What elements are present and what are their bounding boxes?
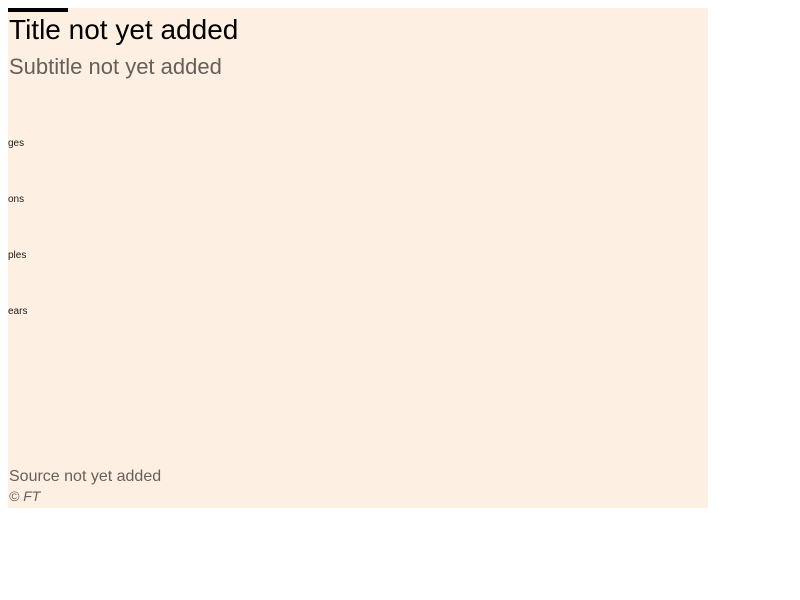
copyright-note: © FT (9, 488, 41, 504)
chart-plot: ges ons ples ears (8, 138, 27, 317)
category-label: ges (8, 138, 24, 149)
category-label: ears (8, 306, 27, 317)
category-labels: ges ons ples ears (8, 138, 27, 317)
category-label: ons (8, 194, 24, 205)
category-label: ples (8, 250, 26, 261)
source-note: Source not yet added (9, 468, 162, 485)
chart-card: Title not yet added Subtitle not yet add… (8, 8, 708, 508)
